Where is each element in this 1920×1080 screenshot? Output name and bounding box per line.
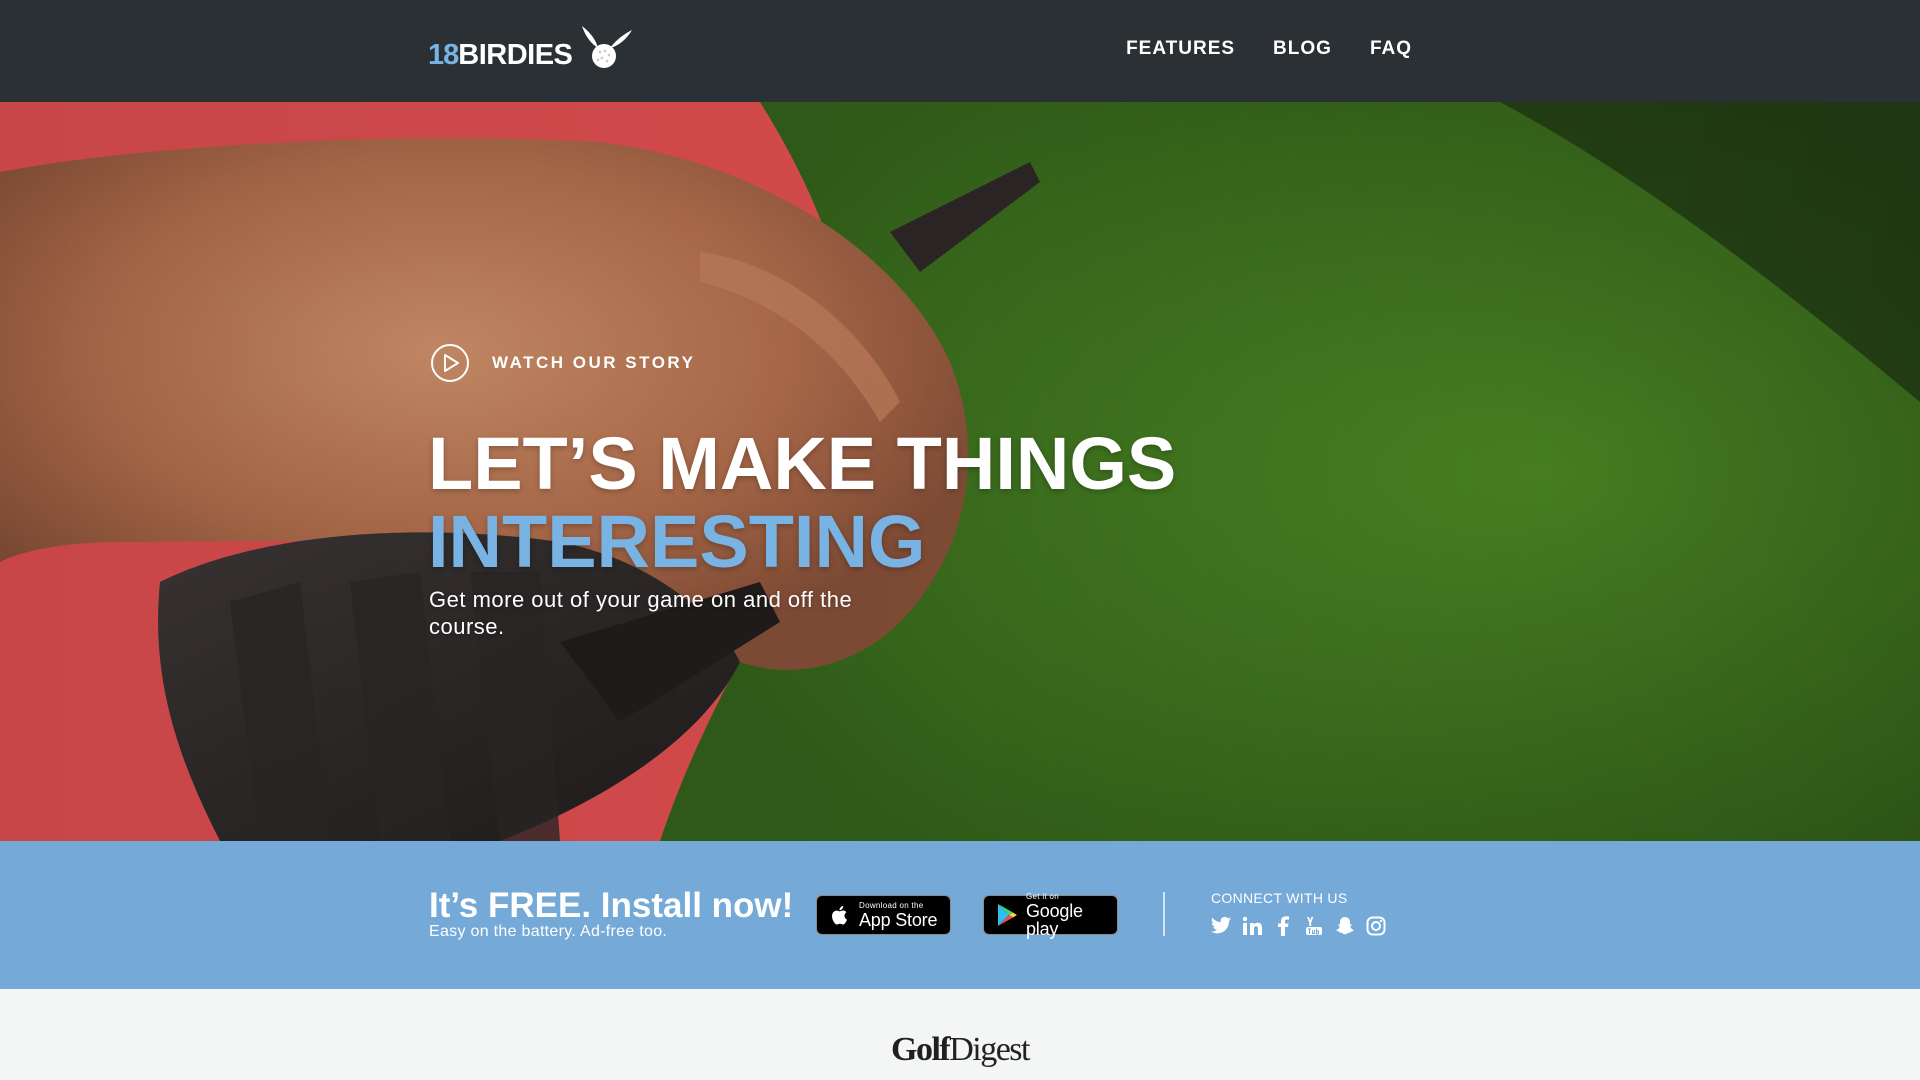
watch-story-link[interactable]: WATCH OUR STORY (430, 343, 695, 383)
snapchat-icon[interactable] (1334, 915, 1356, 937)
headline-line-1: LET’S MAKE THINGS (428, 422, 1177, 505)
hero-headline: LET’S MAKE THINGS INTERESTING (428, 425, 1176, 581)
youtube-icon[interactable] (1303, 915, 1325, 937)
winged-golf-ball-icon (582, 26, 633, 68)
brand-logo[interactable]: 18 BIRDIES (428, 18, 634, 78)
install-title: It’s FREE. Install now! (429, 886, 794, 925)
nav-link-faq[interactable]: FAQ (1370, 38, 1412, 60)
top-navigation-bar: 18 BIRDIES FEATURES BLOG FAQ (0, 0, 1920, 102)
google-play-button[interactable]: Get it on Google play (983, 891, 1118, 939)
social-links (1210, 915, 1387, 937)
logo-number: 18 (428, 39, 459, 71)
google-play-big-text: Google play (1026, 900, 1083, 939)
nav-link-features[interactable]: FEATURES (1126, 38, 1235, 60)
band-divider (1163, 892, 1165, 936)
app-store-small-text: Download on the (859, 900, 924, 910)
hero-subhead: Get more out of your game on and off the… (429, 587, 853, 639)
app-store-big-text: App Store (859, 909, 938, 930)
linkedin-icon[interactable] (1241, 915, 1263, 937)
facebook-icon[interactable] (1272, 915, 1294, 937)
nav-link-blog[interactable]: BLOG (1273, 38, 1332, 60)
install-subtitle: Easy on the battery. Ad-free too. (429, 923, 668, 940)
app-store-text: Download on the App Store (859, 900, 938, 930)
headline-line-2: INTERESTING (428, 500, 926, 583)
connect-label: CONNECT WITH US (1211, 890, 1348, 906)
instagram-icon[interactable] (1365, 915, 1387, 937)
golf-digest-logo: GolfDigest (0, 1033, 1920, 1067)
golf-digest-logo-part-1: Golf (891, 1031, 951, 1068)
hero-section: WATCH OUR STORY LET’S MAKE THINGS INTERE… (0, 102, 1920, 841)
install-band (0, 841, 1920, 989)
google-play-text: Get it on Google play (1026, 891, 1117, 939)
logo-word: BIRDIES (458, 39, 573, 71)
apple-icon (832, 906, 847, 925)
app-store-button[interactable]: Download on the App Store (816, 895, 951, 935)
main-nav: FEATURES BLOG FAQ (1126, 38, 1412, 60)
twitter-icon[interactable] (1210, 915, 1232, 937)
google-play-small-text: Get it on (1026, 891, 1059, 901)
google-play-icon (998, 904, 1017, 926)
play-circle-icon (431, 344, 469, 382)
watch-story-label: WATCH OUR STORY (492, 353, 696, 372)
golf-digest-logo-part-2: Digest (949, 1031, 1030, 1068)
